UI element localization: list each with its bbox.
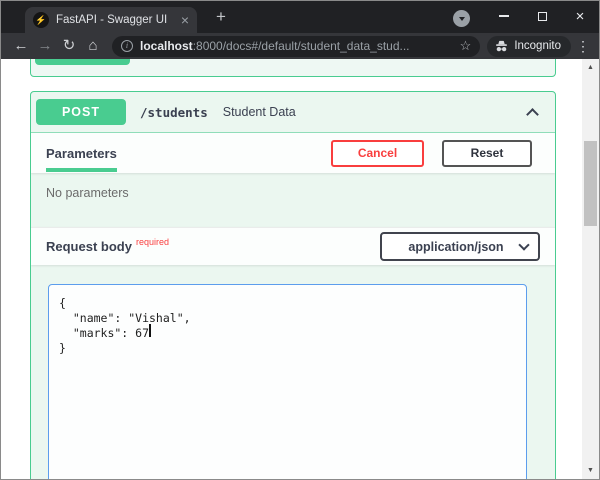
- url-host: localhost: [140, 39, 193, 53]
- browser-toolbar: ← → ↻ ⌂ i localhost:8000/docs#/default/s…: [1, 33, 599, 59]
- endpoint-path: /students: [140, 105, 208, 120]
- parameters-header: Parameters Cancel Reset: [31, 133, 555, 173]
- tab-close-icon[interactable]: ×: [181, 13, 189, 27]
- back-icon[interactable]: ←: [9, 34, 33, 58]
- json-body-textarea[interactable]: { "name": "Vishal", "marks": 67 }: [48, 284, 527, 479]
- cancel-button[interactable]: Cancel: [331, 140, 424, 167]
- chevron-down-icon: [459, 17, 465, 21]
- url-path: :8000/docs#/default/student_data_stud...: [193, 39, 410, 53]
- home-icon[interactable]: ⌂: [81, 34, 105, 58]
- tab-strip: ⚡ FastAPI - Swagger UI × + ×: [1, 1, 599, 33]
- url-text: localhost:8000/docs#/default/student_dat…: [140, 39, 454, 53]
- previous-method-badge: [35, 59, 130, 65]
- minimize-button[interactable]: [485, 1, 523, 31]
- text-cursor: [149, 324, 151, 337]
- tab-parameters[interactable]: Parameters: [46, 135, 117, 172]
- new-tab-button[interactable]: +: [209, 5, 233, 29]
- scroll-up-icon[interactable]: ▲: [582, 59, 599, 76]
- post-method-badge: POST: [36, 99, 126, 125]
- post-students-opblock: POST /students Student Data Parameters C…: [30, 91, 556, 479]
- page-scrollbar[interactable]: ▲ ▼: [582, 59, 599, 479]
- request-body-label: Request body: [46, 239, 132, 254]
- window-controls: ×: [485, 1, 599, 31]
- previous-endpoint-partial[interactable]: [30, 59, 556, 77]
- forward-icon[interactable]: →: [33, 34, 57, 58]
- endpoint-summary: Student Data: [223, 105, 296, 119]
- json-body-text: { "name": "Vishal", "marks": 67 }: [59, 296, 516, 356]
- minimize-icon: [499, 15, 509, 17]
- media-type-select[interactable]: application/json: [380, 232, 540, 261]
- required-label: required: [136, 237, 169, 247]
- request-body-editor: { "name": "Vishal", "marks": 67 }: [31, 265, 555, 479]
- opblock-summary[interactable]: POST /students Student Data: [31, 92, 555, 133]
- maximize-button[interactable]: [523, 1, 561, 31]
- media-type-value: application/json: [392, 240, 520, 254]
- no-parameters-text: No parameters: [31, 173, 555, 227]
- swagger-page: POST /students Student Data Parameters C…: [1, 59, 599, 479]
- tab-title: FastAPI - Swagger UI: [56, 14, 175, 26]
- incognito-badge: Incognito: [487, 36, 571, 57]
- chevron-down-icon: [518, 239, 529, 250]
- browser-window: ⚡ FastAPI - Swagger UI × + × ← → ↻ ⌂ i l…: [0, 0, 600, 480]
- bookmark-star-icon[interactable]: ☆: [460, 38, 472, 54]
- reset-button[interactable]: Reset: [442, 140, 532, 167]
- browser-tab[interactable]: ⚡ FastAPI - Swagger UI ×: [25, 7, 197, 33]
- scroll-down-icon[interactable]: ▼: [582, 462, 599, 479]
- scrollbar-thumb[interactable]: [584, 141, 597, 226]
- window-close-button[interactable]: ×: [561, 1, 599, 31]
- fastapi-favicon-icon: ⚡: [33, 12, 49, 28]
- browser-menu-icon[interactable]: ⋮: [575, 38, 591, 55]
- incognito-label: Incognito: [514, 40, 561, 52]
- address-bar[interactable]: i localhost:8000/docs#/default/student_d…: [112, 36, 480, 57]
- reload-icon[interactable]: ↻: [57, 34, 81, 58]
- collapse-chevron-icon[interactable]: [526, 108, 539, 121]
- request-body-header: Request body required application/json: [31, 227, 555, 265]
- maximize-icon: [538, 12, 547, 21]
- incognito-spy-icon: [494, 39, 509, 54]
- site-info-icon[interactable]: i: [121, 40, 133, 52]
- tab-search-button[interactable]: [453, 10, 470, 27]
